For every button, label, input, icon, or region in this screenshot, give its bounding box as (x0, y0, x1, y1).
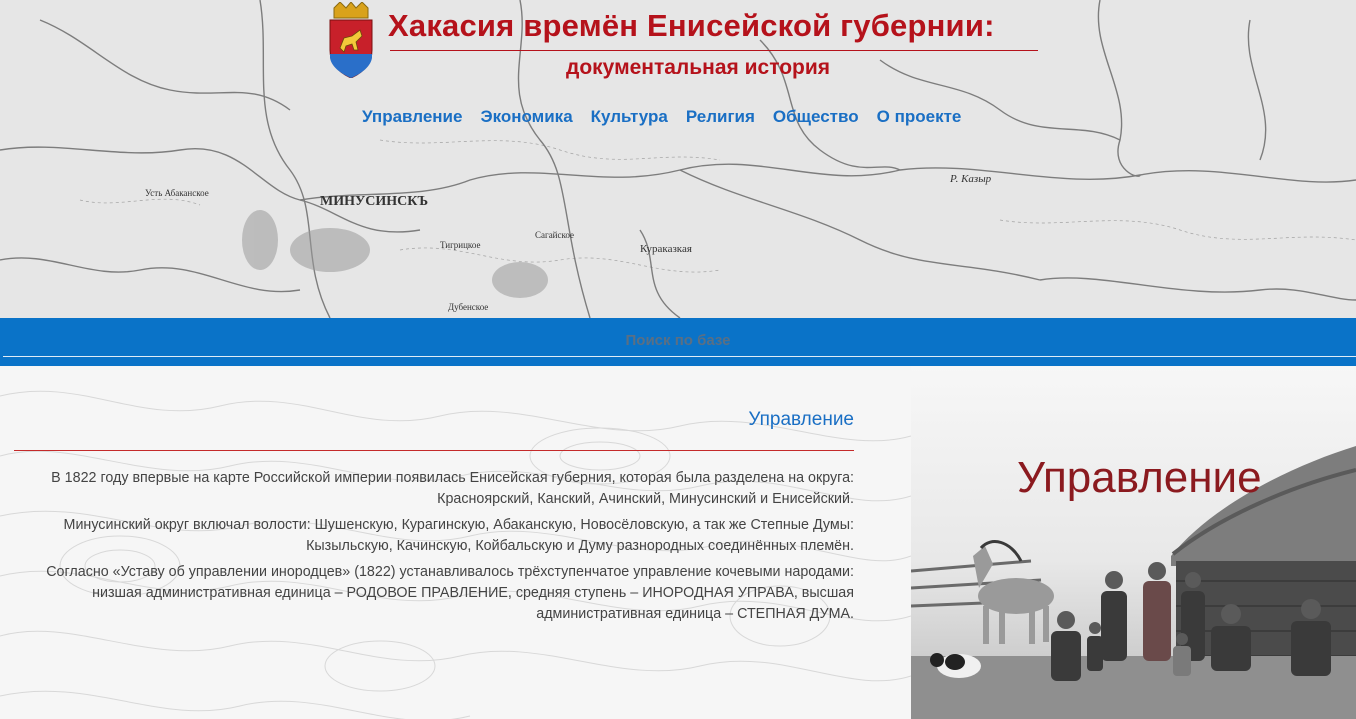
map-label-tigritskoe: Тигрицкое (440, 240, 480, 250)
section-title: Управление (748, 409, 854, 430)
main-nav: Управление Экономика Культура Религия Об… (362, 106, 961, 128)
map-label-kurakaz: Кураказкая (640, 243, 692, 255)
site-header: МИНУСИНСКЪ Усть Абаканское Тигрицкое Дуб… (0, 0, 1356, 318)
paragraph: Согласно «Уставу об управлении инородцев… (46, 564, 854, 622)
nav-item-kultura[interactable]: Культура (591, 106, 668, 128)
historical-map-background: МИНУСИНСКЪ Усть Абаканское Тигрицкое Дуб… (0, 0, 1356, 318)
nav-item-obshchestvo[interactable]: Общество (773, 106, 859, 128)
historical-photo (911, 366, 1356, 719)
section-divider (14, 450, 854, 451)
historical-photo-panel: Управление (911, 366, 1356, 719)
title-divider (390, 50, 1038, 51)
main-content: Управление В 1822 году впервые на карте … (0, 366, 911, 719)
map-label-minusinsk: МИНУСИНСКЪ (320, 194, 428, 209)
coat-of-arms-icon (329, 2, 373, 78)
search-database-link[interactable]: Поиск по базе (0, 332, 1356, 350)
search-bar-divider (3, 356, 1356, 357)
site-title: Хакасия времён Енисейской губернии: (388, 8, 995, 43)
map-label-ust-abakan: Усть Абаканское (145, 188, 209, 198)
nav-item-upravlenie[interactable]: Управление (362, 106, 462, 128)
nav-item-ekonomika[interactable]: Экономика (480, 106, 572, 128)
site-subtitle: документальная история (566, 56, 831, 79)
map-label-dubenskoe: Дубенское (448, 302, 488, 312)
map-label-kazyr: Р. Казыр (949, 173, 992, 185)
nav-item-religiya[interactable]: Религия (686, 106, 755, 128)
search-bar: Поиск по базе (0, 318, 1356, 366)
paragraph: В 1822 году впервые на карте Российской … (51, 470, 854, 507)
section-text: В 1822 году впервые на карте Российской … (14, 468, 854, 630)
map-label-sagaiskoe: Сагайское (535, 230, 574, 240)
photo-overlay-title: Управление (1017, 453, 1262, 502)
paragraph: Минусинский округ включал волости: Шушен… (63, 517, 854, 554)
nav-item-o-proekte[interactable]: О проекте (877, 106, 962, 128)
